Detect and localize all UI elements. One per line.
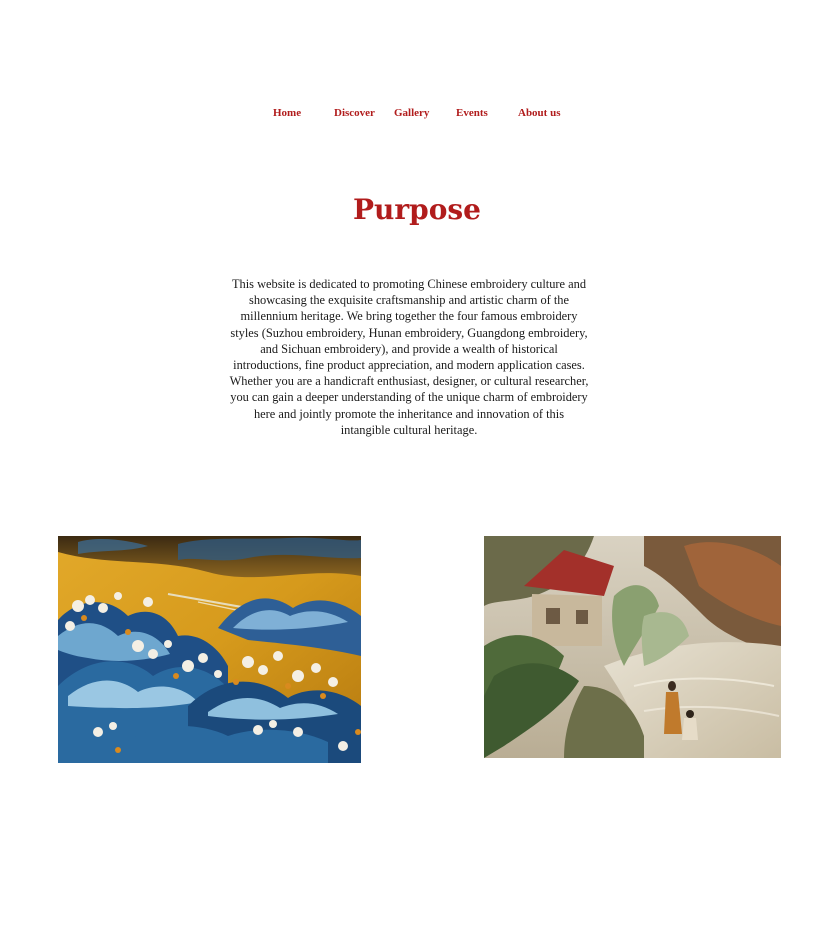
embroidery-landscape-image [58,536,361,763]
nav-gallery-link[interactable]: Gallery [394,106,429,120]
section-title: Purpose [353,193,481,226]
main-nav: Home Discover Gallery Events About us [0,106,834,120]
nav-events-link[interactable]: Events [456,106,488,120]
section-description: This website is dedicated to promoting C… [229,277,589,437]
nav-discover-link[interactable]: Discover [334,106,375,120]
nav-about-link[interactable]: About us [518,106,561,120]
nav-home-link[interactable]: Home [273,106,301,120]
embroidered-village-scene-image [484,536,781,758]
